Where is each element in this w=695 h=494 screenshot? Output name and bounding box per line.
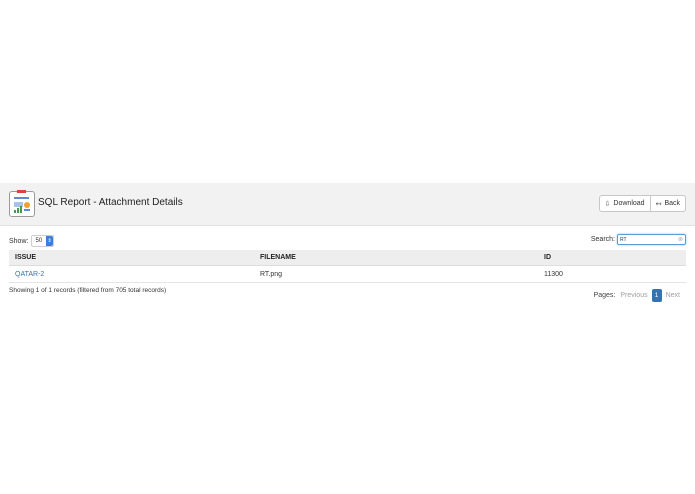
back-button[interactable]: ↤ Back bbox=[649, 196, 685, 211]
download-button[interactable]: ⇩ Download bbox=[600, 196, 650, 211]
pagination: Pages: Previous 1 Next bbox=[594, 289, 684, 302]
cell-issue: QATAR-2 bbox=[9, 265, 254, 283]
column-header-id[interactable]: ID bbox=[538, 250, 686, 266]
page-size-select[interactable]: 50 ⇕ bbox=[31, 235, 55, 247]
show-label: Show: bbox=[9, 237, 29, 245]
cell-filename: RT.png bbox=[254, 265, 538, 283]
clear-search-icon[interactable]: ⊗ bbox=[678, 236, 683, 243]
page-size-control: Show: 50 ⇕ bbox=[9, 235, 55, 247]
records-summary: Showing 1 of 1 records (filtered from 70… bbox=[9, 287, 167, 294]
current-page-button[interactable]: 1 bbox=[651, 289, 662, 302]
page-title: SQL Report - Attachment Details bbox=[38, 197, 183, 208]
back-label: Back bbox=[664, 200, 680, 207]
report-icon bbox=[9, 190, 35, 217]
download-icon: ⇩ bbox=[604, 200, 611, 208]
search-control: Search: RT ⊗ bbox=[591, 234, 686, 245]
table-header-row: ISSUE FILENAME ID bbox=[9, 250, 686, 266]
results-table: ISSUE FILENAME ID QATAR-2 RT.png 11300 bbox=[9, 250, 686, 283]
search-input[interactable]: RT ⊗ bbox=[617, 234, 686, 245]
select-arrows-icon: ⇕ bbox=[46, 236, 54, 246]
back-arrow-icon: ↤ bbox=[655, 200, 662, 208]
column-header-issue[interactable]: ISSUE bbox=[9, 250, 254, 266]
cell-id: 11300 bbox=[538, 265, 686, 283]
download-label: Download bbox=[613, 200, 645, 207]
page-header: SQL Report - Attachment Details ⇩ Downlo… bbox=[0, 183, 695, 226]
table-row: QATAR-2 RT.png 11300 bbox=[9, 265, 686, 283]
page-size-value: 50 bbox=[35, 238, 43, 244]
previous-page-button[interactable]: Previous bbox=[620, 292, 647, 299]
pages-label: Pages: bbox=[593, 292, 616, 299]
search-value: RT bbox=[620, 236, 627, 243]
header-actions: ⇩ Download ↤ Back bbox=[598, 195, 686, 212]
column-header-filename[interactable]: FILENAME bbox=[254, 250, 538, 266]
next-page-button[interactable]: Next bbox=[666, 292, 680, 299]
issue-link[interactable]: QATAR-2 bbox=[15, 271, 44, 278]
search-label: Search: bbox=[590, 236, 615, 243]
